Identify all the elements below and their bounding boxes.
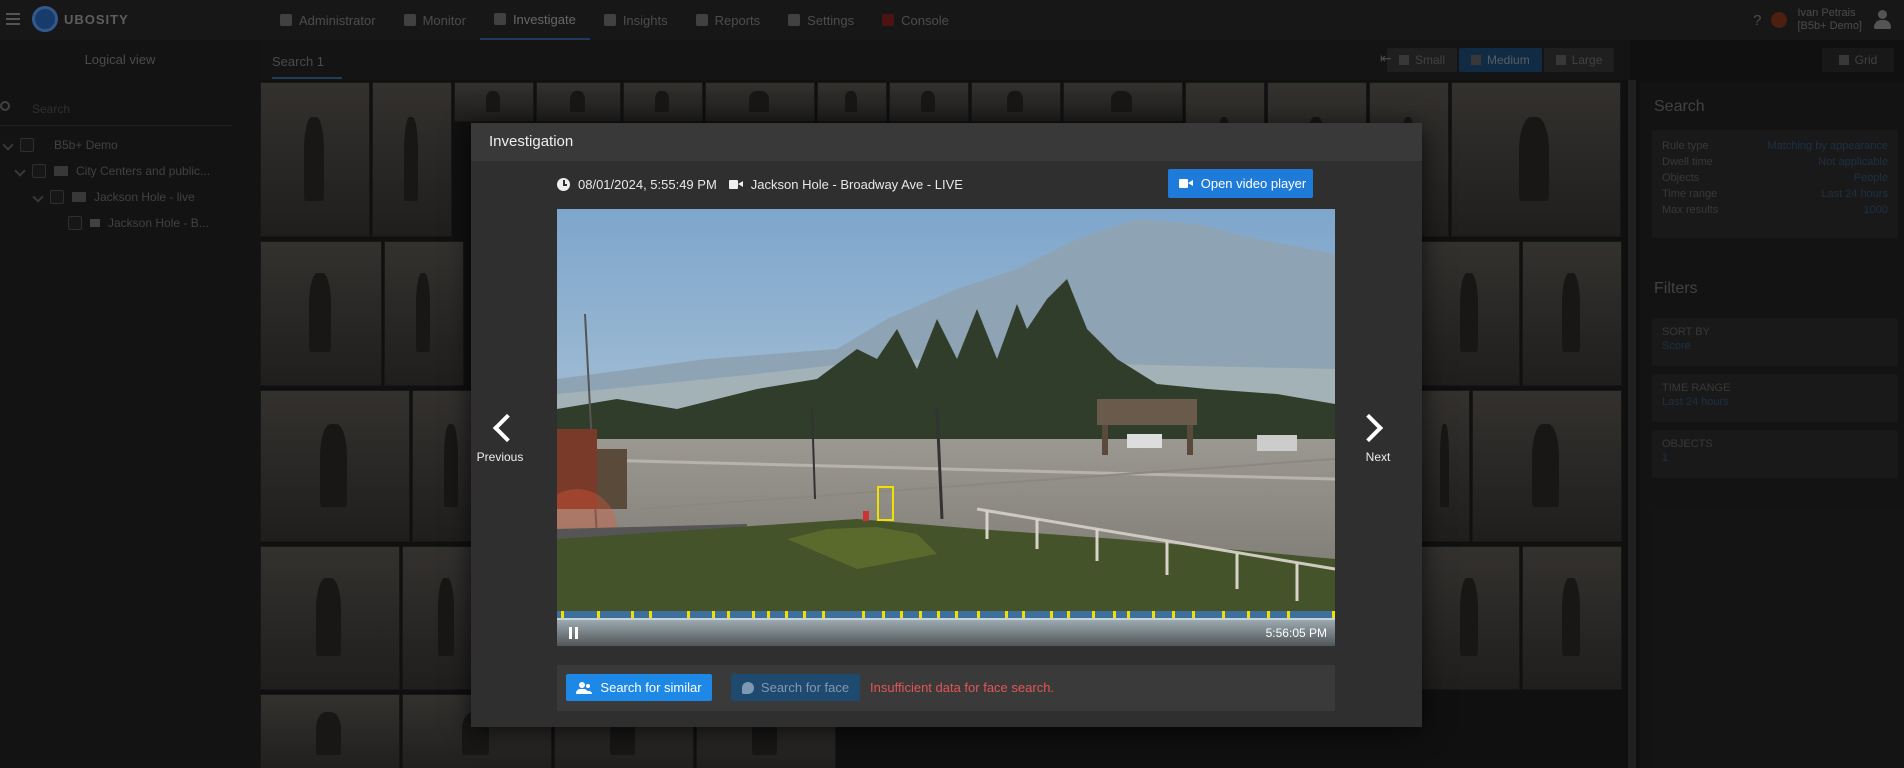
face-icon bbox=[741, 681, 754, 694]
search-face-label: Search for face bbox=[760, 680, 850, 695]
investigation-modal: Investigation 08/01/2024, 5:55:49 PM Jac… bbox=[471, 123, 1422, 727]
camera-name: Jackson Hole - Broadway Ave - LIVE bbox=[750, 177, 963, 192]
video-timeline[interactable] bbox=[557, 611, 1335, 618]
next-button[interactable]: Next bbox=[1353, 413, 1403, 464]
timeline-marker[interactable] bbox=[561, 611, 564, 618]
modal-title: Investigation bbox=[489, 133, 574, 150]
timeline-marker[interactable] bbox=[1222, 611, 1225, 618]
next-label: Next bbox=[1365, 450, 1391, 464]
timeline-marker[interactable] bbox=[752, 611, 755, 618]
open-video-player-label: Open video player bbox=[1200, 176, 1307, 191]
timeline-marker[interactable] bbox=[862, 611, 865, 618]
chevron-right-icon bbox=[1354, 413, 1384, 443]
search-similar-button[interactable]: Search for similar bbox=[566, 674, 712, 701]
timeline-marker[interactable] bbox=[955, 611, 958, 618]
timeline-marker[interactable] bbox=[597, 611, 600, 618]
timeline-marker[interactable] bbox=[1067, 611, 1070, 618]
event-datetime: 08/01/2024, 5:55:49 PM bbox=[578, 177, 717, 192]
search-similar-label: Search for similar bbox=[600, 680, 702, 695]
open-video-player-button[interactable]: Open video player bbox=[1168, 169, 1313, 198]
timeline-marker[interactable] bbox=[727, 611, 730, 618]
timeline-marker[interactable] bbox=[1127, 611, 1130, 618]
timeline-marker[interactable] bbox=[1247, 611, 1250, 618]
timeline-marker[interactable] bbox=[1113, 611, 1116, 618]
timeline-marker[interactable] bbox=[1172, 611, 1175, 618]
timeline-marker[interactable] bbox=[822, 611, 825, 618]
camera-frame bbox=[557, 209, 1335, 646]
timeline-marker[interactable] bbox=[712, 611, 715, 618]
modal-header: Investigation bbox=[471, 123, 1422, 161]
video-time: 5:56:05 PM bbox=[1265, 626, 1327, 640]
timeline-marker[interactable] bbox=[977, 611, 980, 618]
video-player[interactable]: 5:56:05 PM bbox=[557, 209, 1335, 646]
timeline-marker[interactable] bbox=[882, 611, 885, 618]
timeline-marker[interactable] bbox=[767, 611, 770, 618]
timeline-marker[interactable] bbox=[631, 611, 634, 618]
pause-icon[interactable] bbox=[569, 627, 578, 639]
timeline-marker[interactable] bbox=[785, 611, 788, 618]
timeline-marker[interactable] bbox=[803, 611, 806, 618]
video-camera-icon bbox=[1178, 178, 1193, 189]
timeline-marker[interactable] bbox=[1287, 611, 1290, 618]
chevron-left-icon bbox=[492, 413, 522, 443]
search-face-button[interactable]: Search for face bbox=[731, 674, 860, 701]
detection-box bbox=[877, 486, 894, 521]
timeline-marker[interactable] bbox=[1267, 611, 1270, 618]
timeline-marker[interactable] bbox=[937, 611, 940, 618]
users-icon bbox=[576, 681, 592, 694]
timeline-marker[interactable] bbox=[919, 611, 922, 618]
action-bar: Search for similar Search for face Insuf… bbox=[557, 665, 1335, 711]
timeline-marker[interactable] bbox=[1092, 611, 1095, 618]
timeline-marker[interactable] bbox=[1022, 611, 1025, 618]
event-meta: 08/01/2024, 5:55:49 PM Jackson Hole - Br… bbox=[557, 177, 963, 192]
timeline-marker[interactable] bbox=[1152, 611, 1155, 618]
timeline-marker[interactable] bbox=[1050, 611, 1053, 618]
timeline-marker[interactable] bbox=[687, 611, 690, 618]
timeline-marker[interactable] bbox=[1005, 611, 1008, 618]
clock-icon bbox=[557, 178, 570, 191]
timeline-marker[interactable] bbox=[649, 611, 652, 618]
video-controls: 5:56:05 PM bbox=[557, 620, 1335, 646]
previous-button[interactable]: Previous bbox=[475, 413, 525, 464]
face-search-error: Insufficient data for face search. bbox=[870, 680, 1055, 695]
previous-label: Previous bbox=[476, 450, 524, 464]
timeline-marker[interactable] bbox=[1332, 611, 1335, 618]
timeline-marker[interactable] bbox=[900, 611, 903, 618]
app-root: UBOSITY Administrator Monitor Investigate I… bbox=[0, 0, 1904, 768]
video-camera-icon bbox=[728, 179, 743, 190]
timeline-marker[interactable] bbox=[1192, 611, 1195, 618]
